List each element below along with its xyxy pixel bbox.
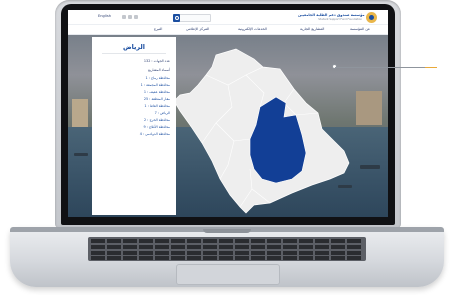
main-navigation: عن المؤسسة المشاريع الجارية الخدمات الإل…: [68, 25, 388, 35]
hero-building: [72, 99, 88, 127]
keyboard-row: [91, 245, 363, 249]
instagram-icon[interactable]: [134, 15, 138, 19]
project-list-item[interactable]: محافظة المجمعة : 1: [141, 83, 170, 87]
laptop-touchpad: [176, 264, 280, 285]
org-name-arabic: مؤسسة صندوق دعم الطلبة الجامعيين: [298, 13, 365, 17]
project-list-item[interactable]: محافظة الدوادمي : 4: [140, 132, 170, 136]
hero-building: [356, 91, 382, 125]
nav-item-donate[interactable]: التبرع: [154, 27, 162, 31]
laptop-hinge-notch: [203, 229, 251, 233]
laptop-mockup: English مؤسسة صندوق دعم الطلبة الجامعيين…: [0, 0, 454, 295]
panel-divider: [102, 53, 166, 54]
region-info-panel: الرياض عدد الجهات : 132 أسماء المشاريع م…: [92, 37, 176, 215]
keyboard-row: [91, 239, 363, 243]
projects-heading: أسماء المشاريع: [148, 68, 170, 72]
callout-line: [335, 67, 425, 68]
callout-accent: [425, 67, 437, 68]
youtube-icon[interactable]: [128, 15, 132, 19]
nav-item-about[interactable]: عن المؤسسة: [350, 27, 370, 31]
region-title: الرياض: [123, 43, 145, 51]
nav-item-media-center[interactable]: المركز الإعلامي: [186, 27, 209, 31]
project-list-item[interactable]: محافظة الغاط : 1: [144, 104, 170, 108]
site-top-bar: English مؤسسة صندوق دعم الطلبة الجامعيين…: [68, 10, 388, 25]
keyboard-row: [91, 256, 363, 260]
keyboard-row: [91, 251, 363, 255]
language-link[interactable]: English: [98, 14, 111, 18]
search-icon[interactable]: [173, 14, 180, 22]
nav-item-projects[interactable]: المشاريع الجارية: [300, 27, 324, 31]
nav-item-eservices[interactable]: الخدمات الإلكترونية: [238, 27, 267, 31]
entities-count: عدد الجهات : 132: [143, 59, 170, 63]
hero-boat: [74, 153, 88, 156]
laptop-screen: English مؤسسة صندوق دعم الطلبة الجامعيين…: [68, 10, 388, 217]
org-name-english: Student Support Fund Foundation: [318, 18, 362, 21]
twitter-icon[interactable]: [122, 15, 126, 19]
project-list-item[interactable]: محافظة عفيف : 1: [144, 90, 170, 94]
project-list-item[interactable]: الرياض : 7: [155, 111, 170, 115]
project-list-item[interactable]: محافظة رماح : 1: [146, 76, 170, 80]
project-list-item[interactable]: محافظة الأفلاج : 9: [143, 125, 170, 129]
project-list-item[interactable]: مقار المنطقة : 25: [144, 97, 170, 101]
hero-boat: [360, 165, 380, 169]
saudi-regions-map: [173, 48, 350, 214]
project-list-item[interactable]: محافظة الخرج : 2: [144, 118, 170, 122]
foundation-logo[interactable]: [366, 12, 377, 23]
